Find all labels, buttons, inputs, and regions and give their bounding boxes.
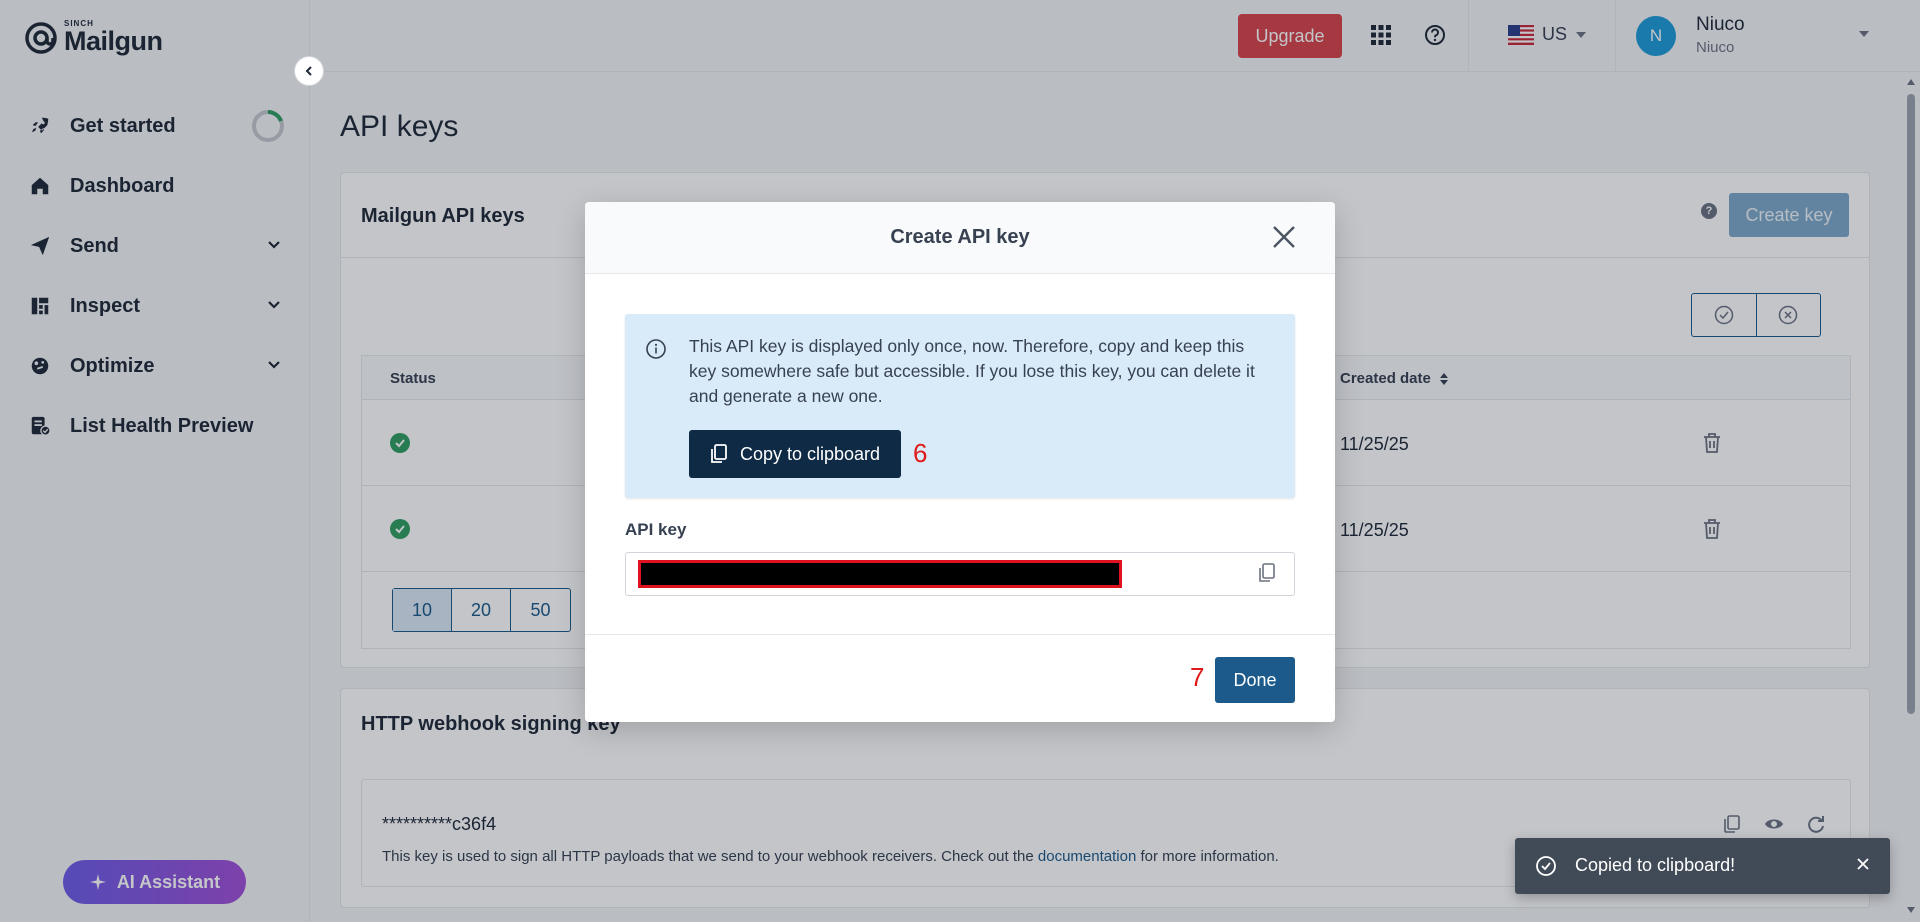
modal-title: Create API key: [890, 226, 1030, 248]
toast-notification: Copied to clipboard!: [1515, 838, 1890, 894]
done-button[interactable]: Done: [1215, 657, 1295, 703]
create-api-key-modal: Create API key This API key is displayed…: [585, 202, 1335, 722]
api-key-field[interactable]: [625, 552, 1295, 596]
info-text: This API key is displayed only once, now…: [689, 336, 1255, 406]
copy-to-clipboard-label: Copy to clipboard: [739, 443, 881, 464]
copy-icon: [711, 444, 727, 463]
redacted-api-key: [638, 560, 1122, 588]
copy-icon[interactable]: [1258, 563, 1276, 583]
close-icon[interactable]: [1856, 857, 1870, 871]
chevron-left-icon: [305, 66, 312, 76]
api-key-field-label: API key: [625, 520, 687, 539]
divider: [585, 634, 1335, 635]
collapse-sidebar-button[interactable]: [294, 56, 324, 86]
copy-to-clipboard-button[interactable]: Copy to clipboard: [689, 430, 901, 478]
info-icon: [646, 339, 666, 359]
modal-header: Create API key: [585, 202, 1335, 274]
step-marker-7: 7: [1190, 662, 1205, 692]
toast-message: Copied to clipboard!: [1575, 855, 1736, 875]
info-callout: This API key is displayed only once, now…: [625, 314, 1295, 498]
step-marker-6: 6: [913, 438, 928, 468]
close-icon[interactable]: [1271, 224, 1297, 250]
check-circle-icon: [1536, 856, 1556, 876]
